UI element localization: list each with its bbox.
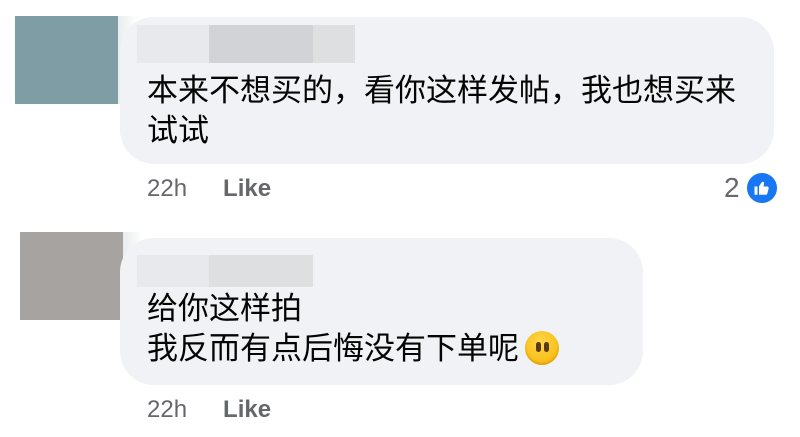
commenter-name-blurred[interactable]	[137, 25, 355, 63]
commenter-avatar[interactable]	[15, 16, 138, 104]
commenter-name-blurred[interactable]	[137, 255, 313, 287]
hushed-face-emoji-icon	[525, 331, 559, 365]
commenter-avatar[interactable]	[20, 232, 143, 320]
comment-bubble: 给你这样拍 我反而有点后悔没有下单呢	[120, 238, 643, 385]
comment-text: 给你这样拍 我反而有点后悔没有下单呢	[147, 289, 627, 369]
reaction-count: 2	[724, 172, 740, 203]
comment-text-content: 给你这样拍 我反而有点后悔没有下单呢	[147, 291, 519, 367]
like-button[interactable]: Like	[223, 396, 271, 424]
comment-bubble: 本来不想买的，看你这样发帖，我也想买来试试	[120, 17, 774, 164]
thumbs-up-icon	[744, 171, 779, 205]
comment-text: 本来不想买的，看你这样发帖，我也想买来试试	[147, 73, 736, 149]
comment-meta: 22h Like	[147, 175, 271, 203]
comment-thread: 本来不想买的，看你这样发帖，我也想买来试试 22h Like 2 给你这样拍 我…	[0, 0, 800, 437]
reaction-summary[interactable]: 2	[724, 171, 779, 205]
comment-timestamp[interactable]: 22h	[147, 396, 187, 424]
comment-meta: 22h Like	[147, 396, 271, 424]
comment-timestamp[interactable]: 22h	[147, 175, 187, 203]
like-button[interactable]: Like	[223, 175, 271, 203]
